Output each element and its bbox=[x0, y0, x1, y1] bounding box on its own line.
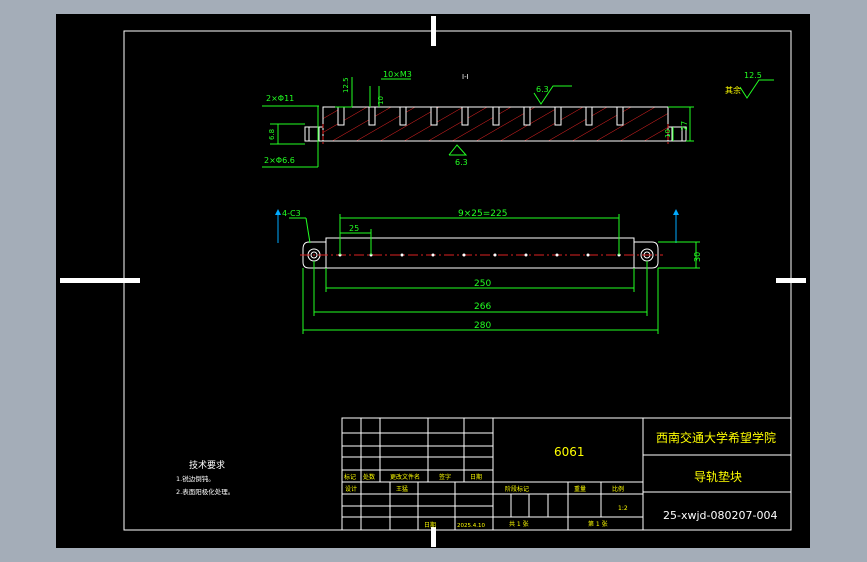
pitch-label: 9×25=225 bbox=[458, 209, 507, 219]
dim-266-label: 266 bbox=[474, 302, 491, 312]
first-gap-label: 25 bbox=[349, 224, 359, 233]
section-view: I-I 2×Φ11 2×Φ6.6 6.8 12.5 10×M3 10 6.3 6… bbox=[262, 70, 774, 168]
small-right-10-label: 10 bbox=[664, 129, 672, 138]
height-top-label: 12.5 bbox=[342, 77, 350, 93]
chamfer-label: 4-C3 bbox=[282, 209, 301, 218]
weight-label: 重量 bbox=[574, 485, 586, 493]
plan-outline bbox=[302, 237, 659, 269]
sheet-number: 第 1 张 bbox=[588, 520, 608, 528]
hdr-date: 日期 bbox=[470, 473, 482, 481]
holes-top-label: 2×Φ11 bbox=[266, 94, 294, 103]
center-mark-right bbox=[776, 278, 806, 283]
material-label: 6061 bbox=[554, 445, 585, 459]
date-value: 2025.4.10 bbox=[457, 523, 485, 529]
dim-250-label: 250 bbox=[474, 279, 491, 289]
total-sheets: 共 1 张 bbox=[509, 520, 529, 528]
roughness-top-label: 6.3 bbox=[536, 85, 549, 94]
tech-title: 技术要求 bbox=[189, 459, 225, 471]
depth-left-label: 6.8 bbox=[268, 129, 276, 140]
section-label: I-I bbox=[462, 73, 469, 81]
hdr-mark: 标记 bbox=[344, 473, 356, 481]
tech-item-2: 2.表面阳极化处理。 bbox=[176, 487, 234, 496]
cad-drawing: I-I 2×Φ11 2×Φ6.6 6.8 12.5 10×M3 10 6.3 6… bbox=[60, 16, 806, 547]
surface-note-text: 其余 bbox=[725, 85, 741, 95]
plan-view: 4-C3 9×25=225 25 30 250 266 280 bbox=[275, 209, 702, 334]
drawing-number: 25-xwjd-080207-004 bbox=[663, 509, 777, 522]
surface-note-roughness: 12.5 bbox=[744, 71, 762, 80]
roughness-bottom-label: 6.3 bbox=[455, 158, 468, 167]
stage-label: 阶段标记 bbox=[505, 485, 529, 493]
school-name: 西南交通大学希望学院 bbox=[656, 430, 776, 445]
center-mark-top bbox=[431, 16, 436, 46]
scale-value: 1:2 bbox=[618, 505, 628, 512]
center-mark-left bbox=[60, 278, 140, 283]
holes-bottom-label: 2×Φ6.6 bbox=[264, 156, 295, 165]
dim-280-label: 280 bbox=[474, 321, 491, 331]
date-label: 日期 bbox=[424, 521, 436, 529]
tech-item-1: 1.锐边倒钝。 bbox=[176, 474, 215, 483]
design-label: 设计 bbox=[345, 485, 357, 493]
hdr-doc: 更改文件名 bbox=[390, 473, 420, 481]
scale-label: 比例 bbox=[612, 485, 624, 493]
hdr-sign: 签字 bbox=[439, 473, 451, 481]
height-right-label: 27 bbox=[680, 121, 689, 131]
part-name: 导轨垫块 bbox=[694, 469, 742, 484]
designer-name: 王猛 bbox=[396, 485, 408, 493]
width-label: 30 bbox=[693, 252, 702, 262]
thread-label: 10×M3 bbox=[383, 70, 412, 79]
hdr-count: 处数 bbox=[363, 473, 375, 481]
drawing-sheet: I-I 2×Φ11 2×Φ6.6 6.8 12.5 10×M3 10 6.3 6… bbox=[56, 14, 810, 548]
small-10-label: 10 bbox=[377, 96, 385, 105]
